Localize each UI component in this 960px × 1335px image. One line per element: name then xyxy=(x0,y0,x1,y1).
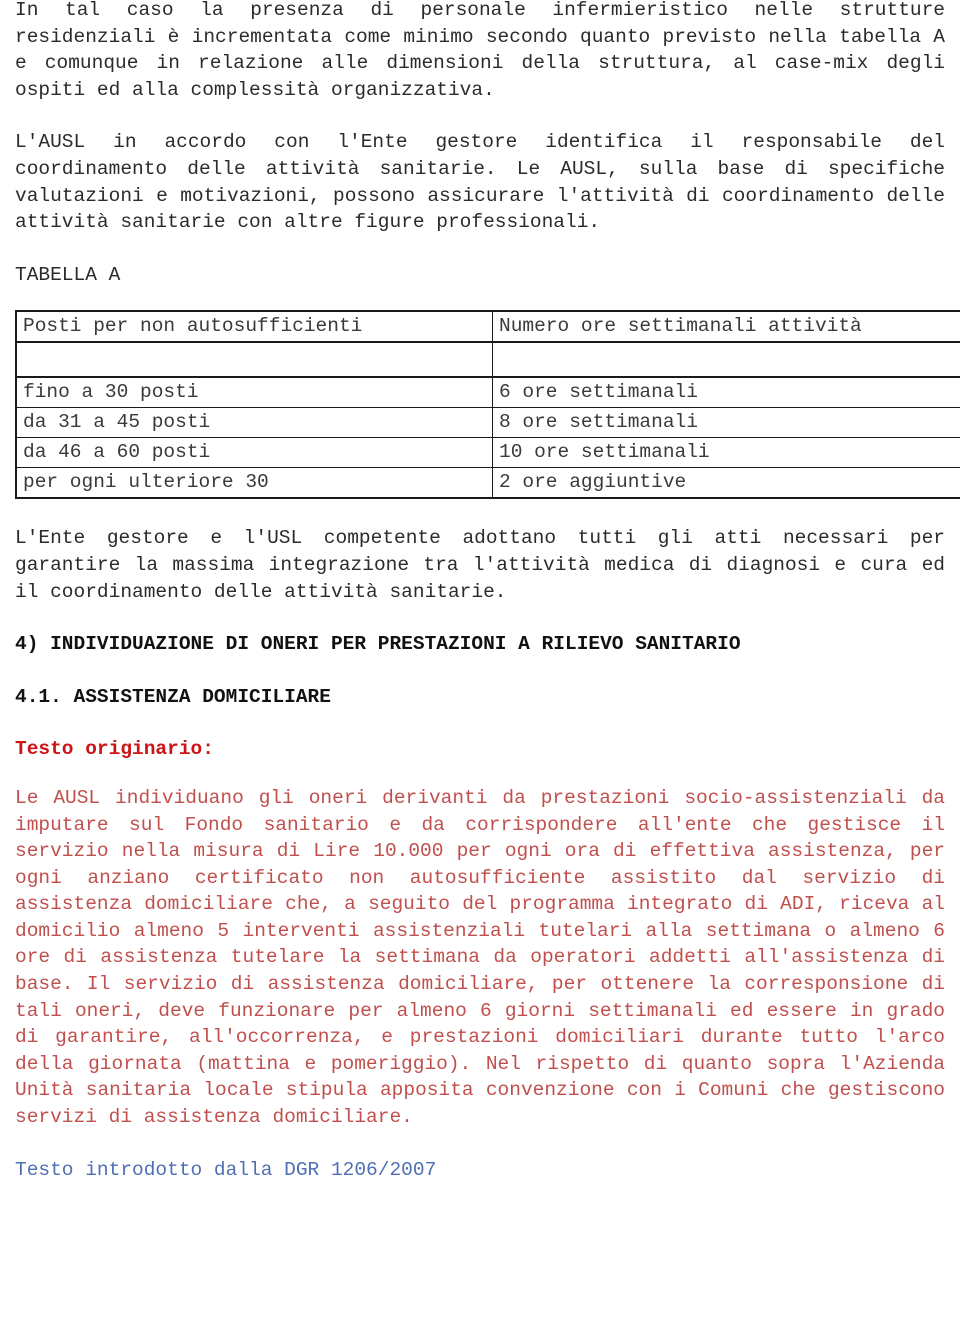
table-header-cell-ore: Numero ore settimanali attività xyxy=(492,310,960,344)
document-page: In tal caso la presenza di personale inf… xyxy=(0,0,960,1332)
table-header-cell-posti: Posti per non autosufficienti xyxy=(15,310,493,344)
table-cell xyxy=(15,341,493,379)
table-cell: per ogni ulteriore 30 xyxy=(15,467,493,499)
table-cell: da 46 a 60 posti xyxy=(15,437,493,469)
table-cell xyxy=(492,341,960,379)
table-cell: 2 ore aggiuntive xyxy=(492,467,960,499)
table-caption: TABELLA A xyxy=(15,263,121,286)
paragraph-testo-originario: Le AUSL individuano gli oneri derivanti … xyxy=(15,786,945,1129)
paragraph-infermieristico: In tal caso la presenza di personale inf… xyxy=(15,0,945,101)
paragraph-ausl-coordinamento: L'AUSL in accordo con l'Ente gestore ide… xyxy=(15,131,945,234)
sub-heading-4-1: 4.1. ASSISTENZA DOMICILIARE xyxy=(15,685,331,708)
tabella-a: Posti per non autosufficienti Numero ore… xyxy=(15,310,960,500)
table-row: da 46 a 60 posti 10 ore settimanali xyxy=(15,437,960,469)
label-testo-introdotto: Testo introdotto dalla DGR 1206/2007 xyxy=(15,1158,437,1181)
table-header-row: Posti per non autosufficienti Numero ore… xyxy=(15,310,960,344)
section-heading-4: 4) INDIVIDUAZIONE DI ONERI PER PRESTAZIO… xyxy=(15,633,741,656)
table-cell: da 31 a 45 posti xyxy=(15,407,493,439)
table-row: fino a 30 posti 6 ore settimanali xyxy=(15,376,960,409)
table-cell: 8 ore settimanali xyxy=(492,407,960,439)
paragraph-ente-gestore: L'Ente gestore e l'USL competente adotta… xyxy=(15,527,945,603)
label-testo-originario: Testo originario: xyxy=(15,738,214,761)
table-spacer-row xyxy=(15,341,960,379)
table-cell: 10 ore settimanali xyxy=(492,437,960,469)
table-row: da 31 a 45 posti 8 ore settimanali xyxy=(15,407,960,439)
table-row: per ogni ulteriore 30 2 ore aggiuntive xyxy=(15,467,960,499)
table-cell: 6 ore settimanali xyxy=(492,376,960,409)
table-cell: fino a 30 posti xyxy=(15,376,493,409)
